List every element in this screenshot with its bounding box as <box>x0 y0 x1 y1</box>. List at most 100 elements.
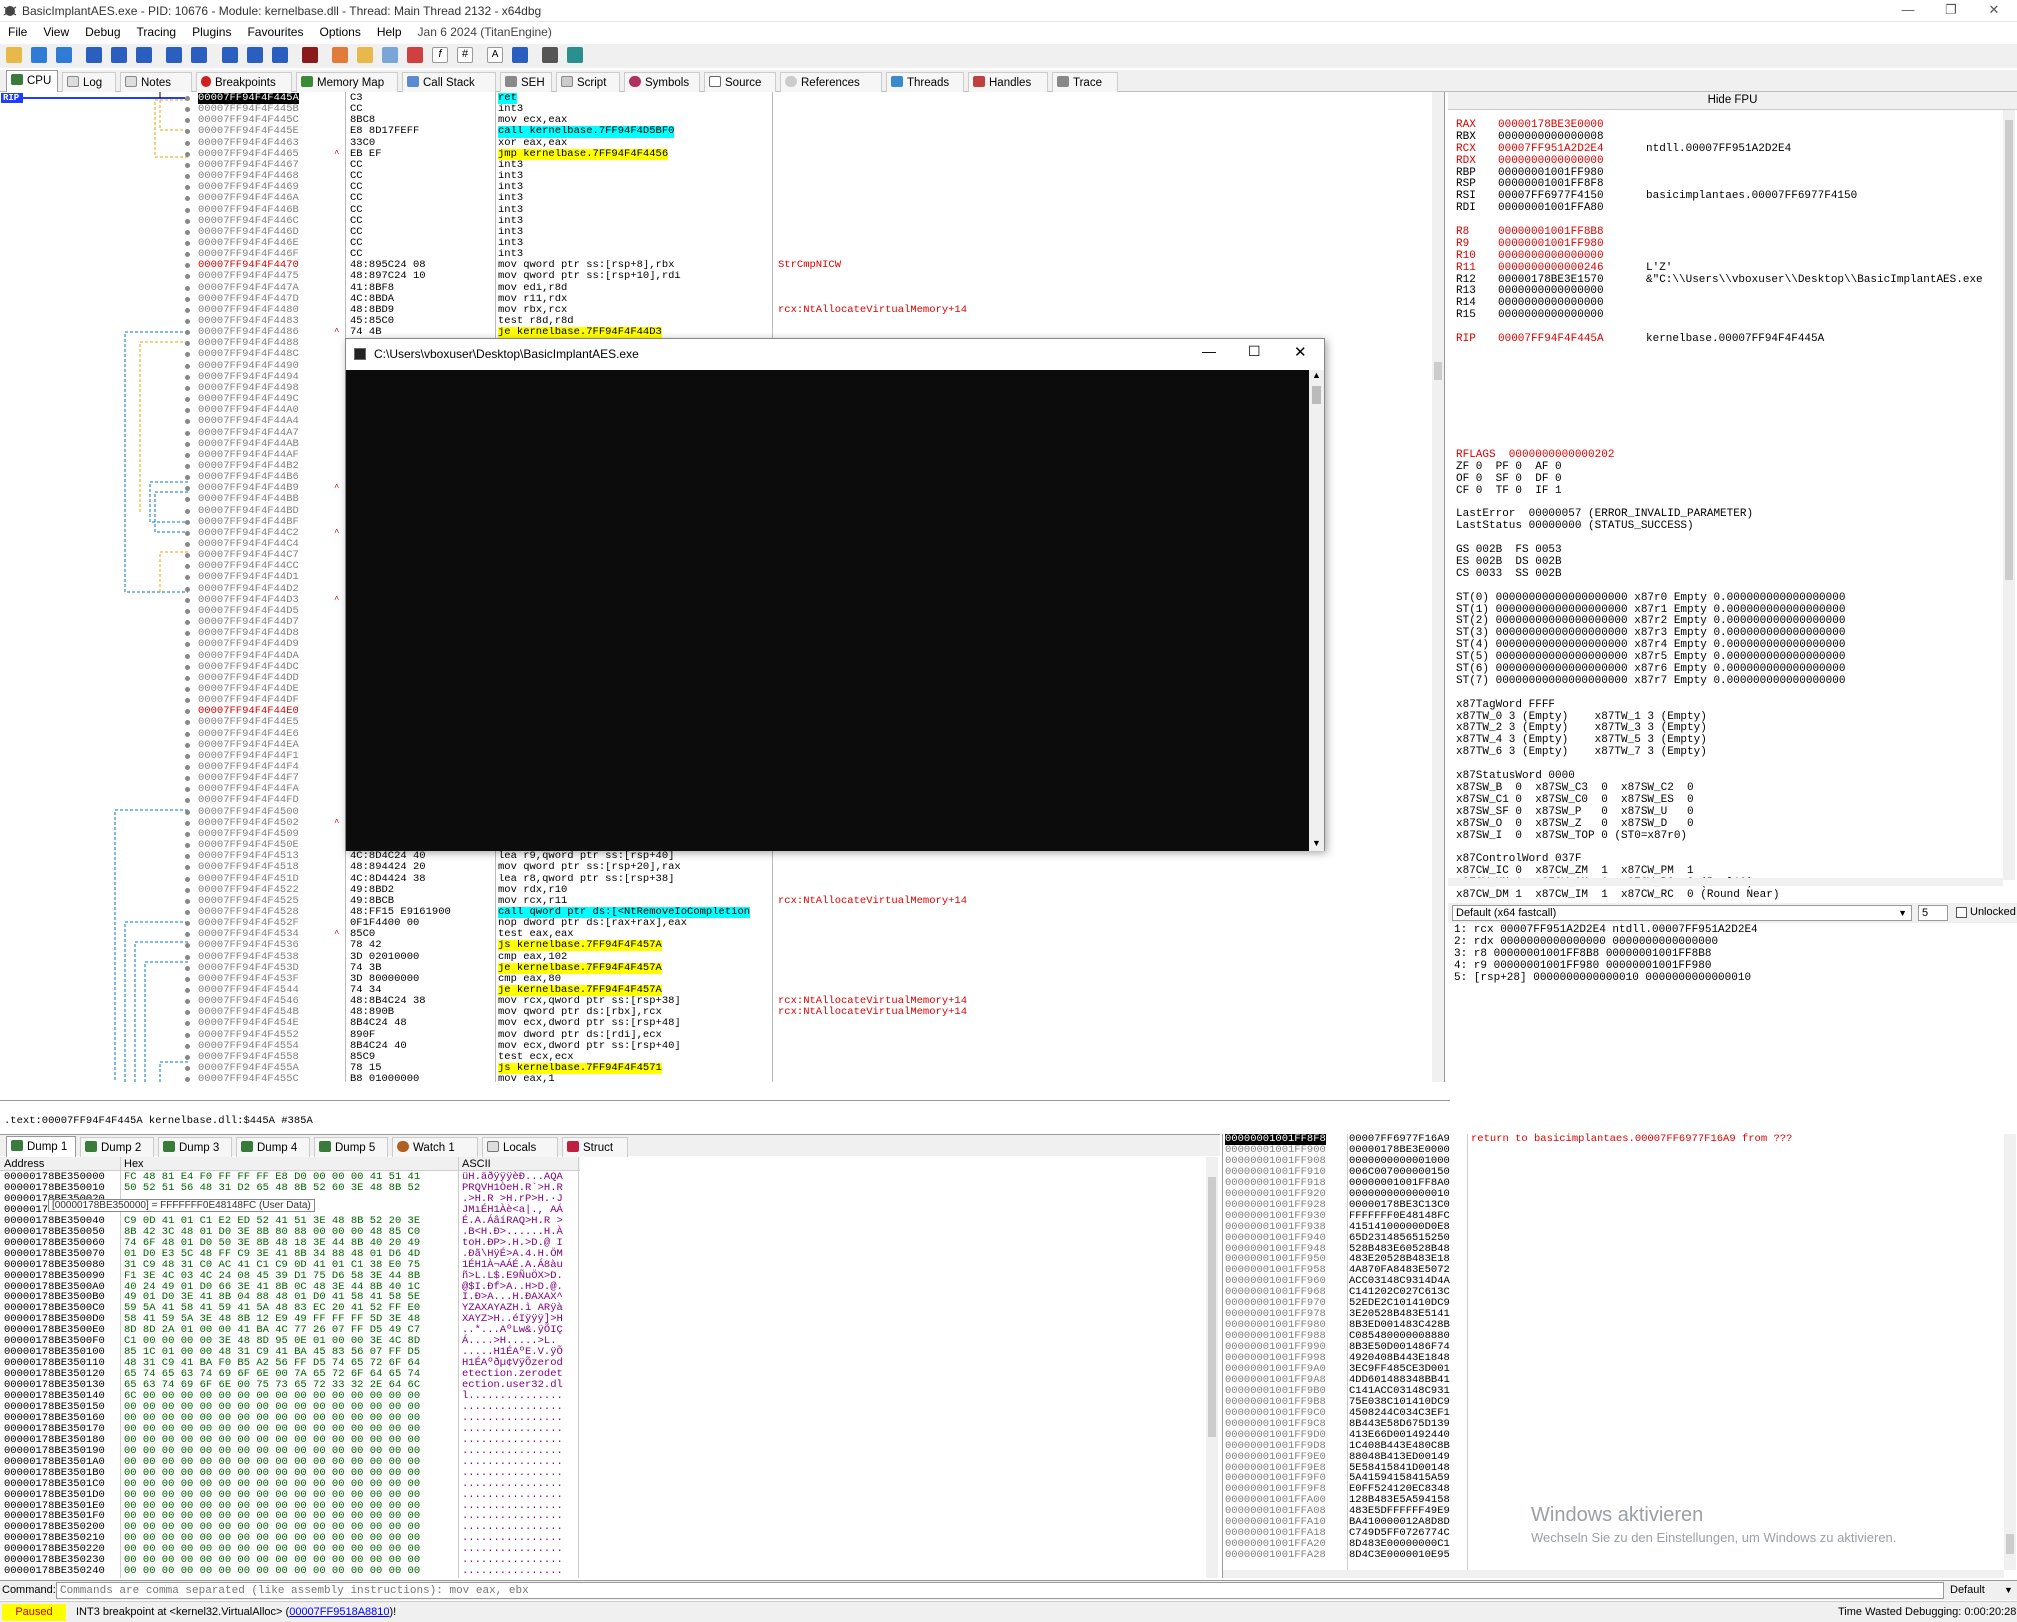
breakpoint-dot[interactable] <box>185 608 190 614</box>
breakpoint-dot[interactable] <box>185 1054 190 1060</box>
breakpoint-dot[interactable] <box>185 519 190 525</box>
breakpoint-dot[interactable] <box>185 463 190 469</box>
menu-favourites[interactable]: Favourites <box>239 22 311 42</box>
regs-scroll-thumb[interactable] <box>2005 120 2013 580</box>
command-mode-select[interactable]: Default <box>1950 1584 1985 1596</box>
breakpoint-dot[interactable] <box>185 218 190 224</box>
breakpoint-dot[interactable] <box>185 921 190 927</box>
breakpoint-dot[interactable] <box>185 954 190 960</box>
breakpoint-dot[interactable] <box>185 385 190 391</box>
register-value[interactable]: 00007FF951A2D2E4 <box>1498 143 1646 156</box>
chevron-up-icon[interactable]: ▲ <box>1312 370 1321 380</box>
console-close-icon[interactable]: ✕ <box>1294 343 1307 361</box>
disasm-row[interactable]: 00007FF94F4F4475 48:897C24 10 mov qword pt… <box>0 271 1430 282</box>
breakpoint-dot[interactable] <box>185 508 190 514</box>
breakpoint-dot[interactable] <box>185 753 190 759</box>
breakpoint-dot[interactable] <box>185 742 190 748</box>
breakpoint-dot[interactable] <box>185 285 190 291</box>
breakpoint-dot[interactable] <box>185 965 190 971</box>
pause-icon[interactable] <box>111 47 128 63</box>
breakpoint-dot[interactable] <box>185 586 190 592</box>
open-icon[interactable] <box>6 47 22 63</box>
breakpoint-dot[interactable] <box>185 675 190 681</box>
register-row[interactable]: RCX 00007FF951A2D2E4 ntdll.00007FF951A2D2E… <box>1456 143 1983 156</box>
disasm-row[interactable]: 00007FF94F4F446A CC int3 <box>0 193 1430 204</box>
breakpoint-dot[interactable] <box>185 240 190 246</box>
stack-view[interactable]: 00000001001FF8F8 00007FF6977F16A9 return t… <box>1222 1133 2017 1578</box>
breakpoint-dot[interactable] <box>185 419 190 425</box>
console-window[interactable]: C:\Users\vboxuser\Desktop\BasicImplantAE… <box>345 338 1325 851</box>
disasm-row[interactable]: 00007FF94F4F451D 4C:8D4424 38 lea r8,qword… <box>0 873 1430 885</box>
breakpoint-dot[interactable] <box>185 620 190 626</box>
breakpoint-dot[interactable] <box>185 698 190 704</box>
menu-file[interactable]: File <box>0 22 35 42</box>
breakpoint-dot[interactable] <box>185 307 190 313</box>
tab-script[interactable]: Script <box>556 72 620 92</box>
breakpoint-dot[interactable] <box>185 185 190 191</box>
register-row[interactable]: RDI 00000001001FFA80 <box>1456 202 1983 215</box>
breakpoint-dot[interactable] <box>185 1032 190 1038</box>
scylla-icon[interactable] <box>301 47 318 63</box>
regs-scrollbar[interactable] <box>2003 110 2015 880</box>
tab-watch-1[interactable]: Watch 1 <box>392 1137 478 1157</box>
breakpoint-dot[interactable] <box>185 809 190 815</box>
breakpoint-dot[interactable] <box>185 709 190 715</box>
minimize-icon[interactable]: — <box>1894 2 1922 18</box>
calling-convention-select[interactable]: Default (x64 fastcall) ▼ <box>1452 905 1912 921</box>
breakpoint-dot[interactable] <box>185 553 190 559</box>
disasm-row[interactable]: 00007FF94F4F446B CC int3 <box>0 204 1430 216</box>
dump-scrollbar[interactable] <box>1206 1157 1218 1578</box>
tab-dump-5[interactable]: Dump 5 <box>314 1137 388 1157</box>
breakpoint-dot[interactable] <box>185 1066 190 1072</box>
breakpoint-dot[interactable] <box>185 341 190 347</box>
breakpoint-dot[interactable] <box>185 207 190 213</box>
breakpoint-dot[interactable] <box>185 530 190 536</box>
comment-icon[interactable] <box>356 47 373 63</box>
tab-seh[interactable]: SEH <box>500 72 552 92</box>
breakpoint-dot[interactable] <box>185 909 190 915</box>
breakpoint-dot[interactable] <box>185 374 190 380</box>
console-scroll-thumb[interactable] <box>1312 386 1321 404</box>
status-link[interactable]: 00007FF9518A8810 <box>289 1606 389 1618</box>
strings-icon[interactable] <box>512 47 529 63</box>
breakpoint-dot[interactable] <box>185 430 190 436</box>
breakpoint-dot[interactable] <box>185 319 190 324</box>
breakpoint-dot[interactable] <box>185 296 190 302</box>
console-scrollbar[interactable]: ▲ ▼ <box>1309 370 1324 851</box>
font-icon[interactable]: A <box>487 47 504 63</box>
breakpoint-dot[interactable] <box>185 898 190 904</box>
regs-hscrollbar[interactable] <box>1448 878 2003 886</box>
breakpoint-dot[interactable] <box>185 631 190 637</box>
run-icon[interactable] <box>86 47 103 63</box>
hide-fpu-button[interactable]: Hide FPU <box>1448 92 2017 110</box>
trace-over-icon[interactable] <box>246 47 263 63</box>
breakpoint-dot[interactable] <box>185 932 190 938</box>
register-row[interactable]: RIP 00007FF94F4F445A kernelbase.00007FF94F… <box>1456 333 1983 346</box>
breakpoint-dot[interactable] <box>185 765 190 770</box>
tab-log[interactable]: Log <box>62 72 116 92</box>
menu-plugins[interactable]: Plugins <box>184 22 239 42</box>
console-screen[interactable] <box>346 370 1309 851</box>
disasm-row[interactable]: 00007FF94F4F455C B8 01000000 mov eax,1 <box>0 1074 1430 1085</box>
breakpoint-dot[interactable] <box>185 408 190 414</box>
bookmark-icon[interactable] <box>406 47 423 63</box>
trace-into-icon[interactable] <box>221 47 238 63</box>
breakpoint-dot[interactable] <box>185 330 190 336</box>
breakpoint-dot[interactable] <box>185 140 190 146</box>
tab-struct[interactable]: Struct <box>562 1137 628 1157</box>
dump-scroll-thumb[interactable] <box>1208 1177 1216 1437</box>
stack-hscrollbar[interactable] <box>1223 1570 2004 1578</box>
breakpoint-dot[interactable] <box>185 597 190 603</box>
tab-threads[interactable]: Threads <box>886 72 964 92</box>
patch-icon[interactable] <box>331 47 348 63</box>
breakpoint-dot[interactable] <box>185 118 190 124</box>
breakpoint-dot[interactable] <box>185 486 190 492</box>
register-value[interactable]: 00007FF94F4F445A <box>1498 333 1646 346</box>
stack-scroll-thumb[interactable] <box>2006 1534 2014 1554</box>
register-value[interactable]: 0000000000000000 <box>1498 250 1646 263</box>
chevron-down-icon[interactable]: ▼ <box>1312 838 1321 848</box>
breakpoint-dot[interactable] <box>185 1021 190 1027</box>
breakpoint-dot[interactable] <box>185 776 190 782</box>
disasm-row[interactable]: 00007FF94F4F4536 78 42 js kernelbase.7FF94… <box>0 940 1430 952</box>
breakpoint-dot[interactable] <box>185 352 190 358</box>
